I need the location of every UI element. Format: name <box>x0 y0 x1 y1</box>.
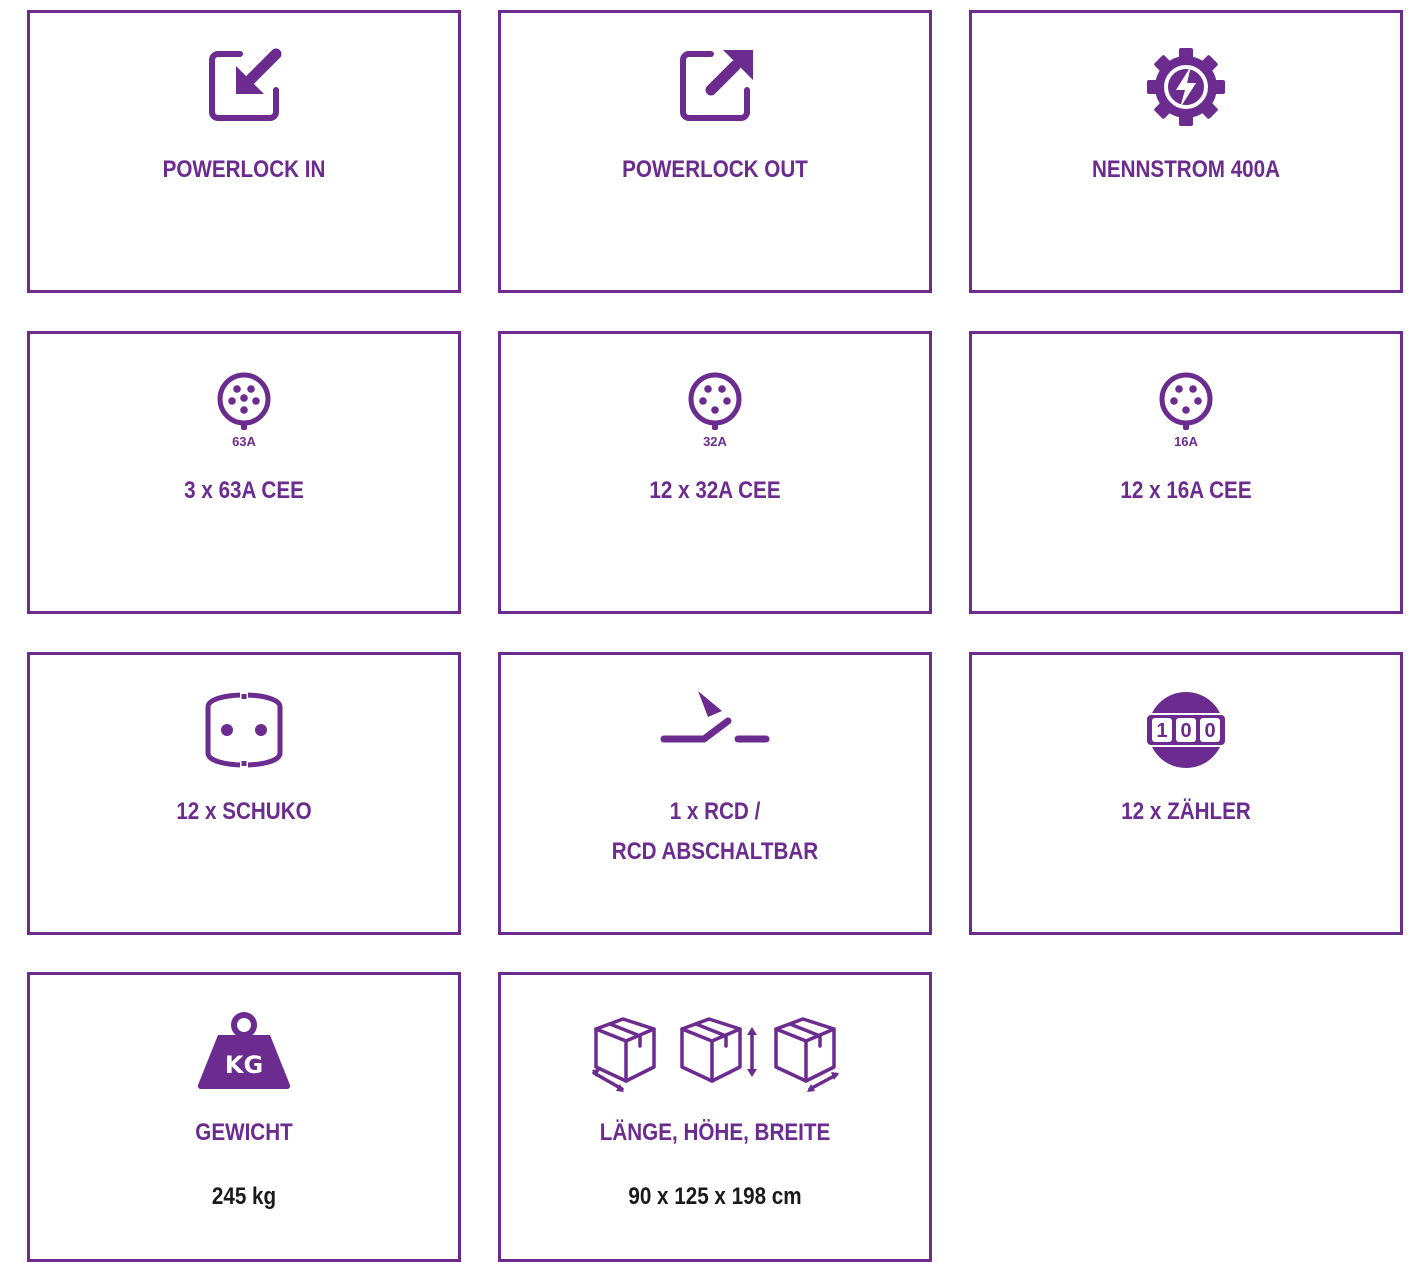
ampere-rating: 32A <box>703 434 727 449</box>
feature-label: 12 x ZÄHLER <box>1121 798 1251 825</box>
rcd-switch-icon <box>660 689 770 745</box>
feature-label: NENNSTROM 400A <box>1091 156 1281 183</box>
feature-label: 12 x 16A CEE <box>1120 477 1252 504</box>
meter-counter-icon: 1 0 0 <box>1144 689 1228 771</box>
feature-card-powerlock-out: POWERLOCK OUT <box>498 10 932 293</box>
cee-socket-icon <box>685 368 745 432</box>
weight-mark: KG <box>225 1051 263 1079</box>
schuko-socket-icon <box>202 689 286 771</box>
counter-digit: 1 <box>1156 720 1167 742</box>
feature-card-nennstrom: NENNSTROM 400A <box>969 10 1403 293</box>
dimension-boxes-icon <box>590 1011 840 1093</box>
ampere-rating: 16A <box>1174 434 1198 449</box>
feature-card-dimensions: LÄNGE, HÖHE, BREITE 90 x 125 x 198 cm <box>498 972 932 1262</box>
feature-card-rcd: 1 x RCD / RCD ABSCHALTBAR <box>498 652 932 935</box>
feature-label: 12 x 32A CEE <box>649 477 781 504</box>
feature-label: 3 x 63A CEE <box>184 477 304 504</box>
export-box-icon <box>675 46 755 126</box>
feature-card-cee-63a: 63A 3 x 63A CEE <box>27 331 461 614</box>
feature-card-schuko: 12 x SCHUKO <box>27 652 461 935</box>
ampere-rating: 63A <box>232 434 256 449</box>
feature-label-line2: RCD ABSCHALTBAR <box>611 838 819 865</box>
counter-digit: 0 <box>1180 720 1191 742</box>
feature-value: 90 x 125 x 198 cm <box>628 1183 802 1210</box>
feature-label: 12 x SCHUKO <box>176 798 312 825</box>
feature-label: POWERLOCK IN <box>162 156 326 183</box>
feature-card-gewicht: KG GEWICHT 245 kg <box>27 972 461 1262</box>
gear-lightning-icon <box>1145 46 1227 128</box>
feature-card-cee-16a: 16A 12 x 16A CEE <box>969 331 1403 614</box>
feature-label: POWERLOCK OUT <box>622 156 808 183</box>
feature-value: 245 kg <box>211 1183 277 1210</box>
weight-kg-icon: KG <box>196 1009 292 1091</box>
feature-label-line1: 1 x RCD / <box>669 798 761 825</box>
cee-socket-icon <box>1156 368 1216 432</box>
cee-socket-icon <box>214 368 274 432</box>
feature-card-cee-32a: 32A 12 x 32A CEE <box>498 331 932 614</box>
import-box-icon <box>204 46 284 126</box>
feature-card-powerlock-in: POWERLOCK IN <box>27 10 461 293</box>
feature-card-zaehler: 1 0 0 12 x ZÄHLER <box>969 652 1403 935</box>
counter-digit: 0 <box>1204 720 1215 742</box>
feature-label: LÄNGE, HÖHE, BREITE <box>599 1119 831 1146</box>
feature-label: GEWICHT <box>195 1119 293 1146</box>
